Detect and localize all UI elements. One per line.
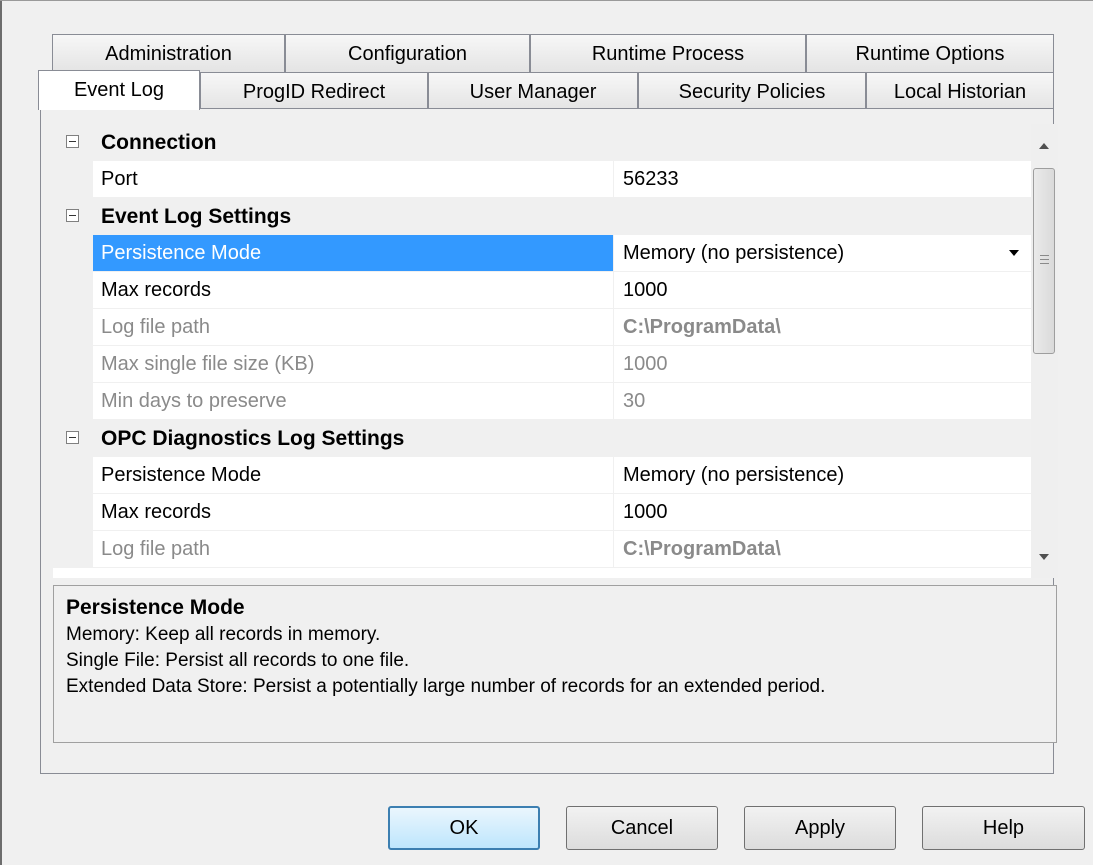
scroll-up-arrow-icon[interactable] [1031, 124, 1058, 162]
tab-configuration[interactable]: Configuration [285, 34, 530, 72]
property-name[interactable]: Persistence Mode [93, 457, 614, 494]
collapse-icon[interactable] [66, 431, 79, 444]
grip-icon [1040, 255, 1049, 264]
property-value[interactable]: 1000 [614, 494, 1031, 531]
ok-button[interactable]: OK [388, 806, 540, 850]
row-gutter [53, 346, 93, 383]
tab-security-policies[interactable]: Security Policies [638, 72, 866, 110]
property-row-min-days[interactable]: Min days to preserve 30 [53, 383, 1031, 420]
category-title: Connection [101, 131, 217, 154]
category-connection[interactable]: Connection [53, 124, 1031, 161]
dropdown-value: Memory (no persistence) [623, 242, 845, 264]
property-value[interactable]: 1000 [614, 272, 1031, 309]
property-row-port[interactable]: Port 56233 [53, 161, 1031, 198]
tab-progid-redirect[interactable]: ProgID Redirect [200, 72, 428, 110]
row-gutter [53, 531, 93, 568]
description-line: Extended Data Store: Persist a potential… [66, 676, 826, 697]
property-row-persistence-mode[interactable]: Persistence Mode Memory (no persistence) [53, 235, 1031, 272]
property-name[interactable]: Min days to preserve [93, 383, 614, 420]
help-button[interactable]: Help [922, 806, 1085, 850]
category-opc-diagnostics-log-settings[interactable]: OPC Diagnostics Log Settings [53, 420, 1031, 457]
window-top-border [0, 0, 1093, 1]
property-row-opc-max-records[interactable]: Max records 1000 [53, 494, 1031, 531]
property-row-max-file-size[interactable]: Max single file size (KB) 1000 [53, 346, 1031, 383]
property-name[interactable]: Log file path [93, 531, 614, 568]
property-row-log-file-path[interactable]: Log file path C:\ProgramData\ [53, 309, 1031, 346]
property-value[interactable]: 56233 [614, 161, 1031, 198]
property-name[interactable]: Persistence Mode [93, 235, 614, 272]
collapse-icon[interactable] [66, 209, 79, 222]
property-value[interactable]: 30 [614, 383, 1031, 420]
collapse-icon[interactable] [66, 135, 79, 148]
property-name[interactable]: Port [93, 161, 614, 198]
tab-local-historian[interactable]: Local Historian [866, 72, 1054, 110]
scroll-thumb[interactable] [1033, 168, 1055, 354]
tab-user-manager[interactable]: User Manager [428, 72, 638, 110]
tab-runtime-process[interactable]: Runtime Process [530, 34, 806, 72]
tab-administration[interactable]: Administration [52, 34, 285, 72]
property-row-opc-persistence-mode[interactable]: Persistence Mode Memory (no persistence) [53, 457, 1031, 494]
property-value[interactable]: C:\ProgramData\ [614, 309, 1031, 346]
description-title: Persistence Mode [66, 596, 245, 619]
tab-event-log[interactable]: Event Log [38, 70, 200, 110]
row-gutter [53, 383, 93, 420]
category-title: OPC Diagnostics Log Settings [101, 427, 405, 450]
row-gutter [53, 494, 93, 531]
property-row-opc-log-file-path[interactable]: Log file path C:\ProgramData\ [53, 531, 1031, 568]
cancel-button[interactable]: Cancel [566, 806, 718, 850]
property-value[interactable]: C:\ProgramData\ [614, 531, 1031, 568]
property-name[interactable]: Max records [93, 494, 614, 531]
row-gutter [53, 235, 93, 272]
tab-runtime-options[interactable]: Runtime Options [806, 34, 1054, 72]
row-gutter [53, 272, 93, 309]
property-name[interactable]: Max records [93, 272, 614, 309]
dropdown-arrow-icon[interactable] [1009, 250, 1019, 256]
scroll-down-arrow-icon[interactable] [1031, 540, 1058, 578]
window-left-border [0, 0, 2, 865]
row-gutter [53, 309, 93, 346]
property-row-max-records[interactable]: Max records 1000 [53, 272, 1031, 309]
property-value-dropdown[interactable]: Memory (no persistence) [614, 235, 1031, 272]
category-event-log-settings[interactable]: Event Log Settings [53, 198, 1031, 235]
property-name[interactable]: Max single file size (KB) [93, 346, 614, 383]
category-title: Event Log Settings [101, 205, 292, 228]
description-line: Memory: Keep all records in memory. [66, 624, 381, 645]
property-name[interactable]: Log file path [93, 309, 614, 346]
description-panel: Persistence Mode Memory: Keep all record… [53, 585, 1057, 743]
vertical-scrollbar[interactable] [1031, 124, 1058, 578]
property-grid[interactable]: Connection Port 56233 Event Log Settings… [53, 124, 1031, 578]
description-line: Single File: Persist all records to one … [66, 650, 410, 671]
apply-button[interactable]: Apply [744, 806, 896, 850]
property-value[interactable]: Memory (no persistence) [614, 457, 1031, 494]
row-gutter [53, 457, 93, 494]
property-value[interactable]: 1000 [614, 346, 1031, 383]
row-gutter [53, 161, 93, 198]
